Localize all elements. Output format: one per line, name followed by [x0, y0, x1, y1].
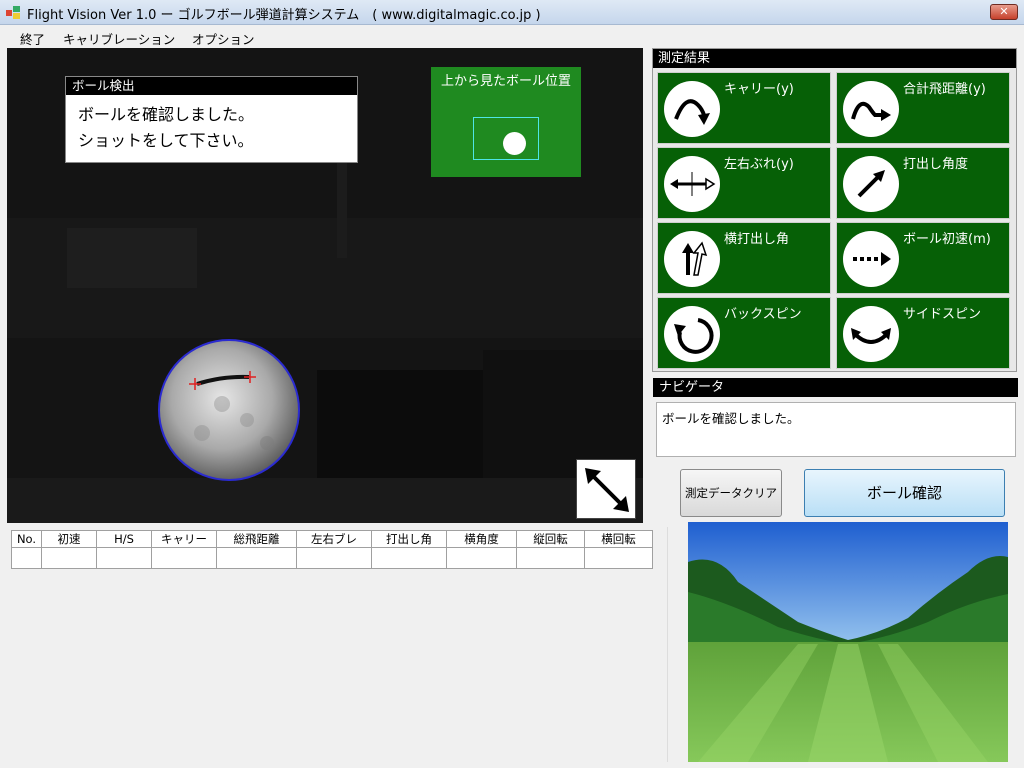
result-tile-side-launch: 横打出し角: [657, 222, 831, 294]
fairway-image: [688, 522, 1008, 762]
result-tile-carry: キャリー(y): [657, 72, 831, 144]
result-tile-ball-speed: ボール初速(m): [836, 222, 1010, 294]
close-icon: ✕: [999, 5, 1009, 18]
table-cell: [216, 547, 297, 569]
golf-ball: [158, 339, 300, 481]
column-header-launch-angle[interactable]: 打出し角: [371, 530, 447, 548]
table-row[interactable]: [11, 547, 653, 569]
title-bar: Flight Vision Ver 1.0 ー ゴルフボール弾道計算システム (…: [0, 0, 1024, 25]
table-cell: [151, 547, 217, 569]
table-cell: [516, 547, 585, 569]
table-cell: [446, 547, 517, 569]
sidespin-rotation-icon: [843, 306, 899, 362]
result-tile-backspin: バックスピン: [657, 297, 831, 369]
column-header-no[interactable]: No.: [11, 530, 42, 548]
close-button[interactable]: ✕: [990, 4, 1018, 20]
window-title: Flight Vision Ver 1.0 ー ゴルフボール弾道計算システム (…: [27, 8, 541, 23]
result-label-ball-speed: ボール初速(m): [903, 232, 991, 247]
navigator-message: ボールを確認しました。: [662, 411, 800, 426]
lateral-deviation-icon: [664, 156, 720, 212]
backspin-rotation-icon: [664, 306, 720, 362]
result-label-launch-angle: 打出し角度: [903, 157, 969, 172]
result-label-total-distance: 合計飛距離(y): [903, 82, 986, 97]
ball-speed-dashed-arrow-icon: [843, 231, 899, 287]
resize-button[interactable]: [576, 459, 636, 519]
result-label-side-launch: 横打出し角: [724, 232, 790, 247]
fairway-photo: [688, 522, 1008, 762]
navigator-title: ナビゲータ: [653, 378, 1018, 397]
side-launch-angle-icon: [664, 231, 720, 287]
menu-bar: 終了 キャリブレーション オプション: [0, 26, 1024, 47]
diagonal-resize-icon: [585, 468, 629, 512]
top-view-label: 上から見たボール位置: [440, 74, 571, 89]
app-icon: [6, 6, 20, 19]
ball-detect-message-2: ショットをして下さい。: [78, 131, 254, 150]
table-cell: [371, 547, 447, 569]
menu-calibration[interactable]: キャリブレーション: [63, 29, 175, 48]
column-header-side-angle[interactable]: 横角度: [446, 530, 517, 548]
column-header-total-distance[interactable]: 総飛距離: [216, 530, 297, 548]
table-cell: [11, 547, 42, 569]
results-table: No. 初速 H/S キャリー 総飛距離 左右ブレ 打出し角 横角度 縦回転 横…: [11, 530, 653, 569]
navigator-message-box: ボールを確認しました。: [656, 402, 1016, 457]
ball-confirm-button[interactable]: ボール確認: [804, 469, 1005, 517]
table-cell: [584, 547, 653, 569]
table-cell: [96, 547, 152, 569]
table-header-row: No. 初速 H/S キャリー 総飛距離 左右ブレ 打出し角 横角度 縦回転 横…: [11, 530, 653, 548]
table-cell: [41, 547, 97, 569]
column-header-initial-speed[interactable]: 初速: [41, 530, 97, 548]
result-label-backspin: バックスピン: [724, 307, 802, 322]
results-table-area: No. 初速 H/S キャリー 総飛距離 左右ブレ 打出し角 横角度 縦回転 横…: [7, 527, 668, 762]
table-cell: [296, 547, 372, 569]
clear-data-button[interactable]: 測定データクリア: [680, 469, 782, 517]
column-header-backspin[interactable]: 縦回転: [516, 530, 585, 548]
total-distance-arc-icon: [843, 81, 899, 137]
top-view-panel: 上から見たボール位置: [431, 67, 581, 177]
launch-angle-arrow-icon: [843, 156, 899, 212]
menu-options[interactable]: オプション: [192, 29, 255, 48]
result-tile-lateral: 左右ぶれ(y): [657, 147, 831, 219]
ball-detect-panel: ボール検出 ボールを確認しました。 ショットをして下さい。: [65, 76, 358, 163]
column-header-head-speed[interactable]: H/S: [96, 530, 152, 548]
result-tile-launch-angle: 打出し角度: [836, 147, 1010, 219]
results-title: 測定結果: [653, 49, 1016, 68]
top-view-target-box: [473, 117, 539, 160]
column-header-carry[interactable]: キャリー: [151, 530, 217, 548]
column-header-lateral[interactable]: 左右ブレ: [296, 530, 372, 548]
ball-detect-message-1: ボールを確認しました。: [78, 105, 255, 124]
results-panel: 測定結果 キャリー(y) 合計飛距離(y) 左右ぶれ(y) 打出し角度 横打出し…: [652, 48, 1017, 372]
ball-detect-title: ボール検出: [66, 77, 357, 95]
result-label-lateral: 左右ぶれ(y): [724, 157, 794, 172]
result-tile-sidespin: サイドスピン: [836, 297, 1010, 369]
menu-exit[interactable]: 終了: [20, 29, 45, 48]
result-label-sidespin: サイドスピン: [903, 307, 982, 322]
carry-arc-icon: [664, 81, 720, 137]
top-view-ball: [503, 132, 526, 155]
result-tile-total-distance: 合計飛距離(y): [836, 72, 1010, 144]
camera-view: ボール検出 ボールを確認しました。 ショットをして下さい。 上から見たボール位置: [7, 48, 643, 523]
column-header-sidespin[interactable]: 横回転: [584, 530, 653, 548]
result-label-carry: キャリー(y): [724, 82, 794, 97]
